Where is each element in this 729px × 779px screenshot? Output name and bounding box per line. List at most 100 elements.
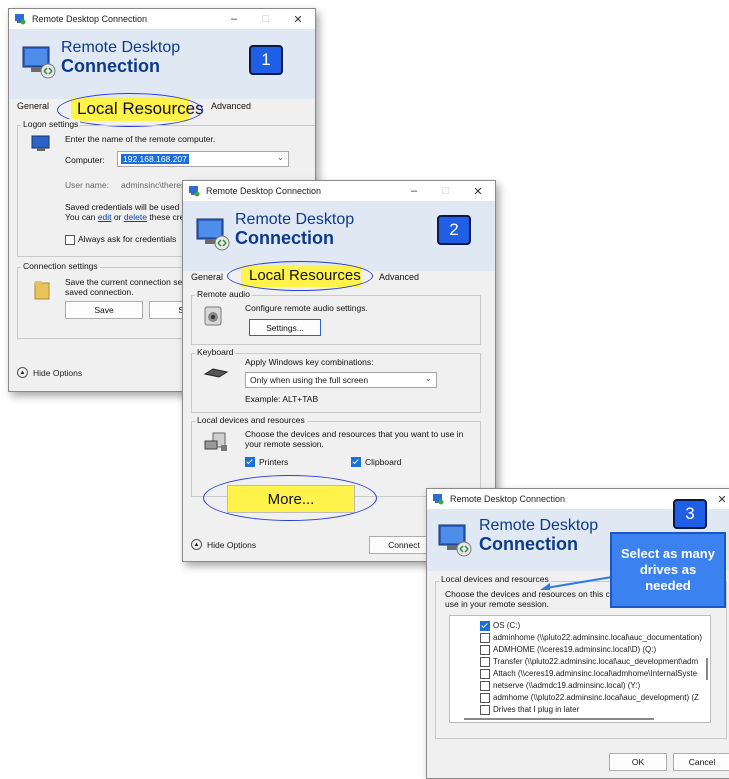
remote-audio-label: Remote audio: [195, 289, 252, 299]
devices-icon: [203, 431, 229, 455]
drive-item[interactable]: Drives that I plug in later: [480, 704, 579, 715]
banner-line2: Connection: [479, 534, 578, 554]
tab-advanced[interactable]: Advanced: [211, 101, 251, 111]
close-icon[interactable]: ✕: [463, 181, 493, 201]
edit-link[interactable]: edit: [98, 212, 112, 222]
computer-value: 192.168.168.207: [121, 154, 189, 164]
hide-options-button[interactable]: ▲ Hide Options: [17, 367, 82, 378]
local-devices-label: Local devices and resources: [439, 574, 551, 584]
drive-label: ADMHOME (\\ceres19.adminsinc.local\D) (Q…: [493, 645, 657, 654]
drive-checkbox[interactable]: [480, 632, 490, 643]
step-badge-1: 1: [249, 45, 283, 75]
drive-checkbox[interactable]: [480, 668, 490, 679]
key-combination-dropdown[interactable]: Only when using the full screen ⌄: [245, 372, 437, 388]
highlight-circle: [203, 475, 377, 521]
horizontal-scrollbar[interactable]: [464, 718, 654, 720]
vertical-scrollbar[interactable]: [706, 658, 708, 680]
drive-checkbox[interactable]: [480, 704, 490, 715]
drive-checkbox[interactable]: [480, 644, 490, 655]
ok-button[interactable]: OK: [609, 753, 667, 771]
computer-label: Computer:: [65, 155, 105, 165]
drive-label: Attach (\\ceres19.adminsinc.local\admhom…: [493, 669, 698, 678]
hide-options-label: Hide Options: [33, 367, 83, 378]
saved-cred-line2: You can edit or delete these cred: [65, 212, 190, 222]
banner-line2: Connection: [61, 56, 160, 76]
choose-line1: Choose the devices and resources on this…: [445, 589, 615, 599]
drive-label: admhome (\\pluto22.adminsinc.local\auc_d…: [493, 693, 699, 702]
monitor-icon: [21, 45, 57, 79]
banner-line1: Remote Desktop: [479, 517, 599, 534]
monitor-icon: [437, 523, 473, 557]
drive-checkbox[interactable]: [480, 656, 490, 667]
drive-item[interactable]: admhome (\\pluto22.adminsinc.local\auc_d…: [480, 692, 699, 703]
always-ask-label: Always ask for credentials: [78, 234, 177, 244]
banner-line1: Remote Desktop: [61, 39, 181, 56]
maximize-icon[interactable]: □: [431, 181, 461, 201]
drive-item[interactable]: ADMHOME (\\ceres19.adminsinc.local\D) (Q…: [480, 644, 656, 655]
minimize-icon[interactable]: –: [399, 181, 429, 201]
audio-text: Configure remote audio settings.: [245, 303, 368, 313]
cancel-button[interactable]: Cancel: [673, 753, 729, 771]
drive-label: Drives that I plug in later: [493, 705, 580, 714]
keyboard-icon: [203, 367, 229, 381]
example-text: Example: ALT+TAB: [245, 394, 319, 404]
logon-settings-label: Logon settings: [21, 119, 81, 129]
rdc-app-icon: [14, 13, 26, 25]
drive-checkbox[interactable]: [480, 692, 490, 703]
drive-item[interactable]: Transfer (\\pluto22.adminsinc.local\auc_…: [480, 656, 698, 667]
computer-combobox[interactable]: 192.168.168.207 ⌄: [117, 151, 289, 167]
clipboard-checkbox[interactable]: [351, 457, 361, 467]
maximize-icon[interactable]: □: [251, 9, 281, 29]
drive-item[interactable]: OS (C:): [480, 620, 520, 631]
step-badge-2: 2: [437, 215, 471, 245]
callout-box: Select as many drives as needed: [610, 532, 726, 608]
hide-options-button[interactable]: ▲ Hide Options: [191, 539, 256, 550]
chevron-down-icon: ⌄: [424, 373, 432, 383]
close-icon[interactable]: ✕: [283, 9, 313, 29]
drive-checkbox[interactable]: [480, 680, 490, 691]
connection-settings-label: Connection settings: [21, 261, 100, 271]
tab-general[interactable]: General: [17, 101, 49, 111]
drive-item[interactable]: adminhome (\\pluto22.adminsinc.local\auc…: [480, 632, 702, 643]
folder-icon: [33, 279, 53, 303]
printers-label: Printers: [259, 457, 289, 467]
printers-checkbox[interactable]: [245, 457, 255, 467]
drive-label: adminhome (\\pluto22.adminsinc.local\auc…: [493, 633, 703, 642]
drives-tree: OS (C:) adminhome (\\pluto22.adminsinc.lo…: [449, 615, 711, 723]
enter-name-text: Enter the name of the remote computer.: [65, 134, 216, 144]
conn-line2: saved connection.: [65, 287, 134, 297]
speaker-icon: [203, 305, 225, 329]
highlight-circle: [227, 261, 373, 291]
tab-advanced[interactable]: Advanced: [379, 272, 419, 282]
rdc-app-icon: [432, 493, 444, 505]
rdc-app-icon: [188, 185, 200, 197]
delete-link[interactable]: delete: [124, 212, 147, 222]
drive-item[interactable]: Attach (\\ceres19.adminsinc.local\admhom…: [480, 668, 697, 679]
key-option-value: Only when using the full screen: [250, 375, 369, 385]
drive-label: Transfer (\\pluto22.adminsinc.local\auc_…: [493, 657, 699, 666]
window-title: Remote Desktop Connection: [32, 14, 148, 24]
window-title: Remote Desktop Connection: [206, 186, 322, 196]
minimize-icon[interactable]: –: [219, 9, 249, 29]
user-name-label: User name:: [65, 180, 109, 190]
close-icon[interactable]: ✕: [707, 489, 729, 509]
choose-line2: use in your remote session.: [445, 599, 549, 609]
monitor-icon: [195, 217, 231, 251]
settings-button[interactable]: Settings...: [249, 319, 321, 336]
apply-keys-text: Apply Windows key combinations:: [245, 357, 374, 367]
always-ask-checkbox[interactable]: [65, 235, 75, 245]
hide-options-label: Hide Options: [207, 539, 257, 550]
chevron-up-icon: ▲: [17, 367, 28, 378]
saved-cred-line1: Saved credentials will be used to: [65, 202, 189, 212]
save-button[interactable]: Save: [65, 301, 143, 319]
step-badge-3: 3: [673, 499, 707, 529]
choose-line2: your remote session.: [245, 439, 324, 449]
computer-icon: [31, 135, 53, 155]
tab-general[interactable]: General: [191, 272, 223, 282]
drive-checkbox[interactable]: [480, 620, 490, 631]
drive-item[interactable]: netserve (\\admdc19.adminsinc.local) (Y:…: [480, 680, 640, 691]
banner-line2: Connection: [235, 228, 334, 248]
chevron-down-icon: ⌄: [276, 152, 284, 162]
local-devices-label: Local devices and resources: [195, 415, 307, 425]
window-title: Remote Desktop Connection: [450, 494, 566, 504]
